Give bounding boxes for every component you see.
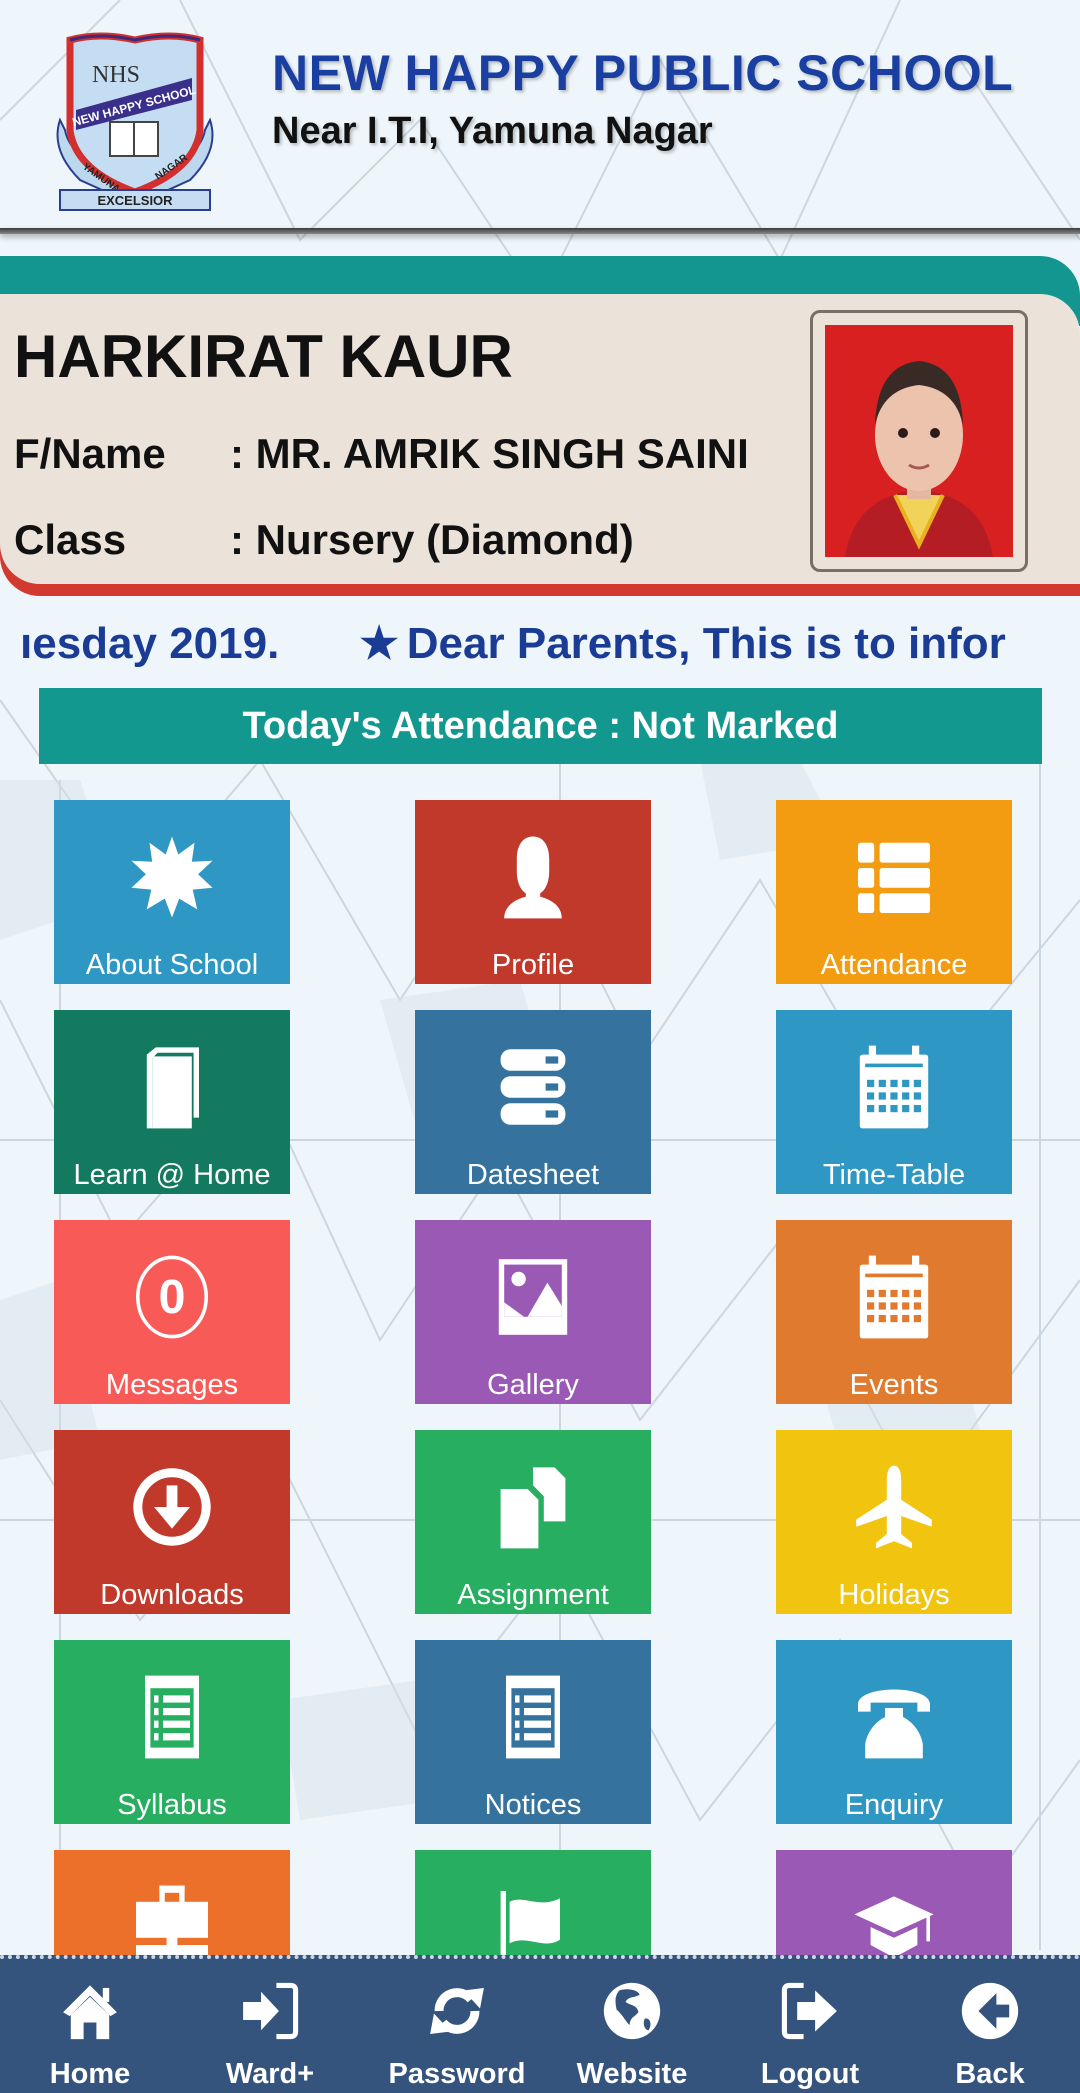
back-arrow-circle-icon <box>958 1959 1022 2048</box>
tile-label: Time-Table <box>822 1159 966 1191</box>
tile-downloads[interactable]: Downloads <box>54 1430 290 1614</box>
list-icon <box>776 832 1012 922</box>
class-value: : Nursery (Diamond) <box>230 516 634 563</box>
student-photo-frame[interactable] <box>810 310 1028 572</box>
tile-time-table[interactable]: Time-Table <box>776 1010 1012 1194</box>
today-attendance-banner: Today's Attendance : Not Marked <box>39 688 1042 764</box>
svg-text:EXCELSIOR: EXCELSIOR <box>97 193 173 208</box>
copy-files-icon <box>415 1462 651 1552</box>
tile-events[interactable]: Events <box>776 1220 1012 1404</box>
tile-label: Assignment <box>457 1579 609 1611</box>
school-logo: NEW HAPPY SCHOOL NHS YAMUNA NAGAR EXCELS… <box>40 30 230 212</box>
calendar-icon <box>776 1042 1012 1132</box>
tile-label: Downloads <box>100 1579 244 1611</box>
list-document-icon <box>415 1672 651 1762</box>
nav-home[interactable]: Home <box>15 1959 165 2093</box>
nav-password[interactable]: Password <box>382 1959 532 2093</box>
tile-label: Learn @ Home <box>73 1159 271 1191</box>
ticker-text-before: ıesday 2019. <box>20 619 280 668</box>
nav-back[interactable]: Back <box>915 1959 1065 2093</box>
tile-profile[interactable]: Profile <box>415 800 651 984</box>
ticker-text-after: Dear Parents, This is to infor <box>406 619 1006 668</box>
father-name-label: F/Name <box>14 430 166 477</box>
list-document-icon <box>54 1672 290 1762</box>
tile-label: Holidays <box>838 1579 950 1611</box>
bottom-navigation: Home Ward+ Password Website Logout Back <box>0 1955 1080 2093</box>
globe-icon <box>600 1959 664 2048</box>
tile-label: Events <box>849 1369 939 1401</box>
school-address: Near I.T.I, Yamuna Nagar <box>272 110 713 152</box>
tile-label: Syllabus <box>117 1789 227 1821</box>
school-name: NEW HAPPY PUBLIC SCHOOL <box>272 45 1014 101</box>
calendar-icon <box>776 1252 1012 1342</box>
student-photo <box>825 325 1013 557</box>
tile-label: Profile <box>491 949 575 981</box>
star-icon: ★ <box>359 619 399 668</box>
nav-label: Ward+ <box>225 2058 315 2090</box>
tile-syllabus[interactable]: Syllabus <box>54 1640 290 1824</box>
message-count: 0 <box>158 1270 185 1324</box>
tile-holidays[interactable]: Holidays <box>776 1430 1012 1614</box>
airplane-icon <box>776 1462 1012 1552</box>
tile-notices[interactable]: Notices <box>415 1640 651 1824</box>
tile-label: Datesheet <box>466 1159 600 1191</box>
tile-label: Attendance <box>820 949 968 981</box>
home-icon <box>58 1959 122 2048</box>
nav-label: Password <box>388 2058 526 2090</box>
nav-ward[interactable]: Ward+ <box>195 1959 345 2093</box>
tile-label: About School <box>85 949 259 981</box>
sign-in-icon <box>238 1959 302 2048</box>
news-ticker[interactable]: ıesday 2019. ★ Dear Parents, This is to in… <box>0 612 1080 676</box>
book-icon <box>54 1042 290 1132</box>
tile-assignment[interactable]: Assignment <box>415 1430 651 1614</box>
sign-out-icon <box>778 1959 842 2048</box>
ticker-text: ıesday 2019. ★ Dear Parents, This is to in… <box>20 618 1006 669</box>
student-name: HARKIRAT KAUR <box>14 323 513 390</box>
father-name-value: : MR. AMRIK SINGH SAINI <box>230 430 749 477</box>
tile-learn-home[interactable]: Learn @ Home <box>54 1010 290 1194</box>
tile-label: Notices <box>484 1789 582 1821</box>
student-card: HARKIRAT KAUR F/Name : MR. AMRIK SINGH SA… <box>0 294 1080 584</box>
tile-gallery[interactable]: Gallery <box>415 1220 651 1404</box>
nav-label: Home <box>49 2058 131 2090</box>
nav-label: Back <box>955 2058 1025 2090</box>
nav-website[interactable]: Website <box>557 1959 707 2093</box>
message-count-icon: 0 <box>54 1252 290 1342</box>
badge-icon <box>54 832 290 922</box>
nav-label: Logout <box>760 2058 860 2090</box>
class-row: Class : Nursery (Diamond) <box>14 516 634 564</box>
svg-text:NHS: NHS <box>92 62 140 88</box>
tile-enquiry[interactable]: Enquiry <box>776 1640 1012 1824</box>
image-icon <box>415 1252 651 1342</box>
tile-attendance[interactable]: Attendance <box>776 800 1012 984</box>
phone-icon <box>776 1672 1012 1762</box>
nav-logout[interactable]: Logout <box>735 1959 885 2093</box>
user-icon <box>415 832 651 922</box>
tile-label: Messages <box>105 1369 239 1401</box>
tile-label: Enquiry <box>844 1789 944 1821</box>
tile-label: Gallery <box>487 1369 579 1401</box>
app-header: NEW HAPPY SCHOOL NHS YAMUNA NAGAR EXCELS… <box>0 0 1080 234</box>
header-divider <box>0 228 1080 234</box>
server-icon <box>415 1042 651 1132</box>
tile-about-school[interactable]: About School <box>54 800 290 984</box>
nav-label: Website <box>576 2058 688 2090</box>
tile-datesheet[interactable]: Datesheet <box>415 1010 651 1194</box>
tile-messages[interactable]: 0 Messages <box>54 1220 290 1404</box>
download-circle-icon <box>54 1462 290 1552</box>
father-name-row: F/Name : MR. AMRIK SINGH SAINI <box>14 430 749 478</box>
refresh-icon <box>425 1959 489 2048</box>
class-label: Class <box>14 516 127 563</box>
